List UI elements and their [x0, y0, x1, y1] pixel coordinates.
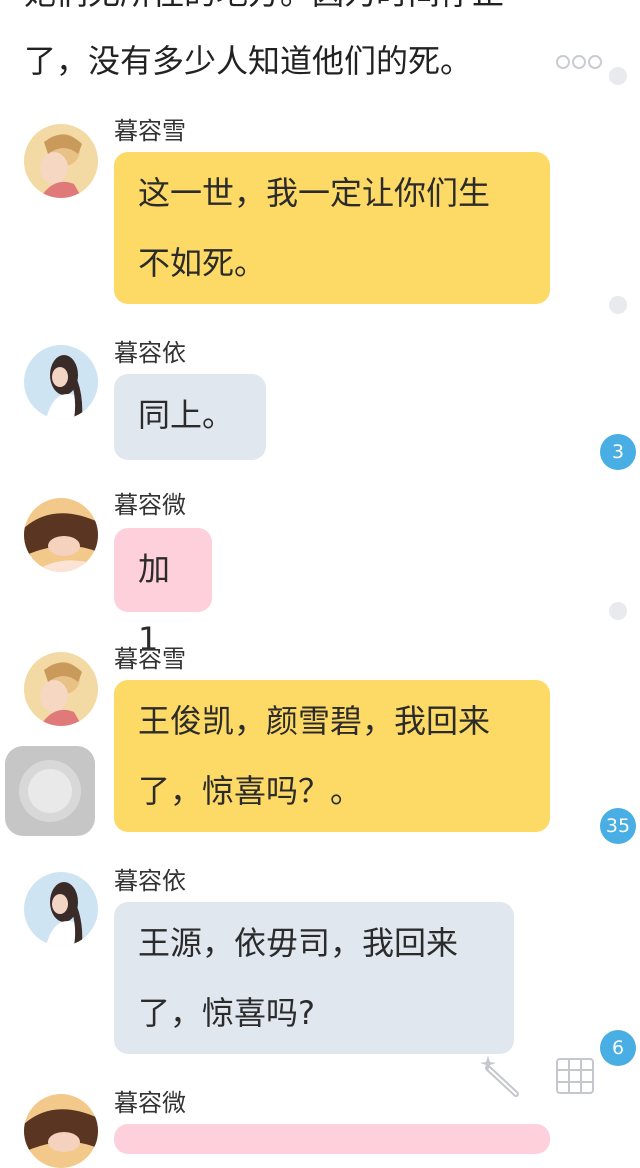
sender-name: 暮容微 — [114, 1089, 186, 1117]
sender-name: 暮容雪 — [114, 117, 186, 145]
sender-name: 暮容依 — [114, 867, 186, 895]
message-line: 不如死。 — [138, 244, 267, 282]
message-line: 了，惊喜吗？。 — [138, 772, 363, 810]
message-bubble[interactable]: 王俊凯，颜雪碧，我回来 了，惊喜吗？。 — [114, 680, 550, 832]
narration-line-2: 了，没有多少人知道他们的死。 — [24, 42, 473, 80]
narration-line-1: 她们无所往的地方。因为时间停止 — [24, 0, 584, 24]
unread-dot — [609, 296, 627, 314]
magic-wand-icon[interactable] — [478, 1054, 522, 1102]
avatar[interactable] — [24, 652, 98, 726]
comment-count-badge[interactable]: 35 — [600, 808, 636, 844]
more-dots-icon[interactable] — [556, 55, 602, 69]
avatar[interactable] — [24, 345, 98, 419]
keyboard-grid-icon[interactable] — [556, 1058, 594, 1098]
message-bubble[interactable]: 王源，依毋司，我回来 了，惊喜吗? — [114, 902, 514, 1054]
avatar[interactable] — [24, 124, 98, 198]
message-line: 王俊凯，颜雪碧，我回来 — [138, 702, 491, 740]
message-bubble[interactable] — [114, 1124, 550, 1154]
message-line: 这一世，我一定让你们生 — [138, 174, 491, 212]
message-line: 同上。 — [138, 396, 235, 434]
avatar[interactable] — [24, 872, 98, 946]
comment-count-badge[interactable]: 3 — [600, 434, 636, 470]
message-line: 了，惊喜吗? — [138, 994, 315, 1032]
sender-name: 暮容依 — [114, 339, 186, 367]
message-bubble[interactable]: 这一世，我一定让你们生 不如死。 — [114, 152, 550, 304]
avatar[interactable] — [24, 1094, 98, 1168]
message-line: 王源，依毋司，我回来 — [138, 924, 459, 962]
sender-name: 暮容雪 — [114, 645, 186, 673]
comment-count-badge[interactable]: 6 — [600, 1030, 636, 1066]
avatar[interactable] — [24, 498, 98, 572]
assistive-touch-icon[interactable] — [5, 746, 95, 836]
unread-dot — [609, 67, 627, 85]
sender-name: 暮容微 — [114, 491, 186, 519]
message-bubble[interactable]: 同上。 — [114, 374, 266, 460]
message-bubble[interactable]: 加1 — [114, 528, 212, 658]
unread-dot — [609, 602, 627, 620]
